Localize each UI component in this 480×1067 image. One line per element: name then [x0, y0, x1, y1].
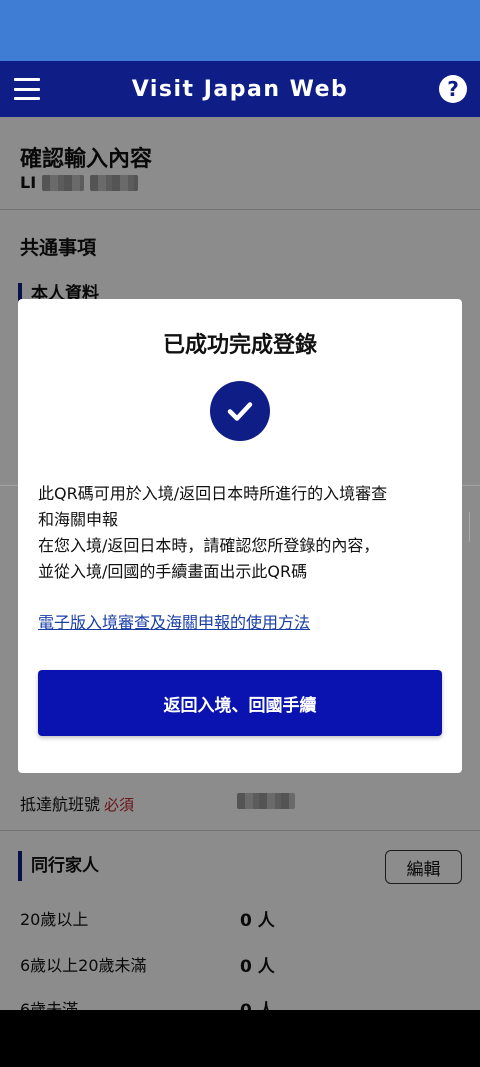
dialog-title: 已成功完成登錄	[162, 333, 317, 358]
app-header: Visit Japan Web ?	[0, 61, 480, 117]
status-bar	[0, 0, 480, 61]
return-to-procedures-button[interactable]: 返回入境、回國手續	[38, 670, 442, 736]
help-icon[interactable]: ?	[439, 75, 467, 103]
success-dialog: 已成功完成登錄 此QR碼可用於入境/返回日本時所進行的入境審查 和海關申報 在您…	[18, 299, 462, 773]
check-icon	[210, 381, 270, 441]
dialog-message: 此QR碼可用於入境/返回日本時所進行的入境審查 和海關申報 在您入境/返回日本時…	[38, 484, 388, 581]
system-nav-bar	[0, 1010, 480, 1067]
menu-icon[interactable]	[14, 78, 40, 100]
app-title: Visit Japan Web	[131, 76, 349, 102]
usage-guide-link[interactable]: 電子版入境審查及海關申報的使用方法	[38, 609, 310, 633]
divider	[462, 512, 470, 542]
